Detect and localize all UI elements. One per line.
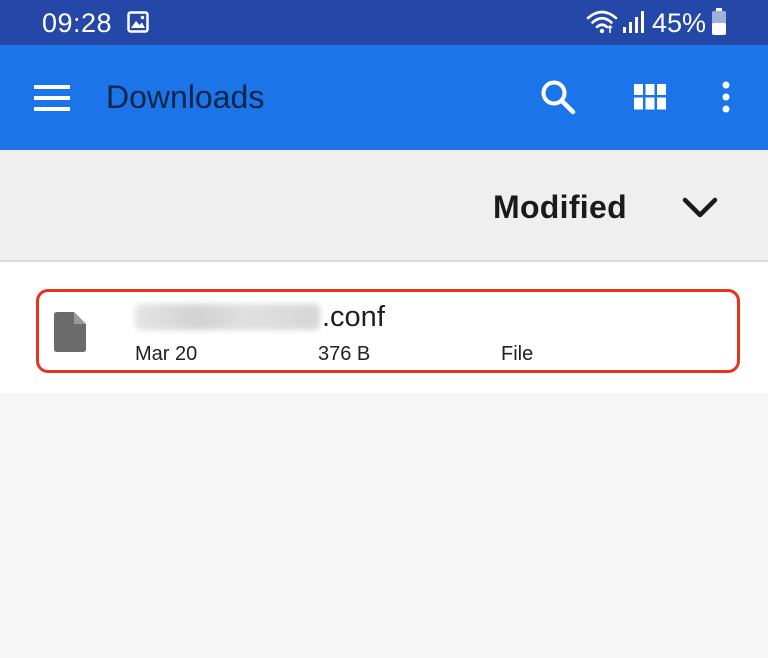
battery-icon (712, 8, 726, 35)
app-bar: Downloads (0, 45, 768, 150)
file-date: Mar 20 (135, 343, 198, 365)
page-title: Downloads (106, 79, 265, 115)
more-options-icon (722, 81, 730, 113)
file-icon (54, 312, 86, 352)
file-name: .conf (135, 300, 385, 334)
battery-percent: 45% (652, 8, 707, 38)
gallery-icon (127, 11, 149, 33)
file-name-redacted (135, 304, 320, 330)
search-icon (541, 80, 576, 115)
list-item[interactable]: .conf Mar 20 376 B File (36, 289, 740, 373)
signal-icon (623, 11, 644, 33)
sort-dropdown-button[interactable] (678, 186, 722, 230)
menu-icon (34, 85, 70, 111)
file-size: 376 B (318, 343, 371, 365)
chevron-down-icon (682, 197, 718, 218)
grid-view-button[interactable] (626, 73, 674, 121)
search-button[interactable] (534, 73, 582, 121)
wifi-icon (586, 10, 618, 34)
sort-label[interactable]: Modified (493, 187, 627, 227)
file-name-extension: .conf (322, 301, 385, 333)
menu-button[interactable] (28, 74, 76, 122)
file-type: File (501, 343, 534, 365)
file-list: .conf Mar 20 376 B File (0, 262, 768, 393)
status-time: 09:28 (42, 8, 113, 38)
more-options-button[interactable] (704, 73, 748, 121)
status-bar: 09:28 45% (0, 0, 768, 45)
grid-view-icon (634, 84, 666, 110)
sort-bar: Modified (0, 150, 768, 262)
